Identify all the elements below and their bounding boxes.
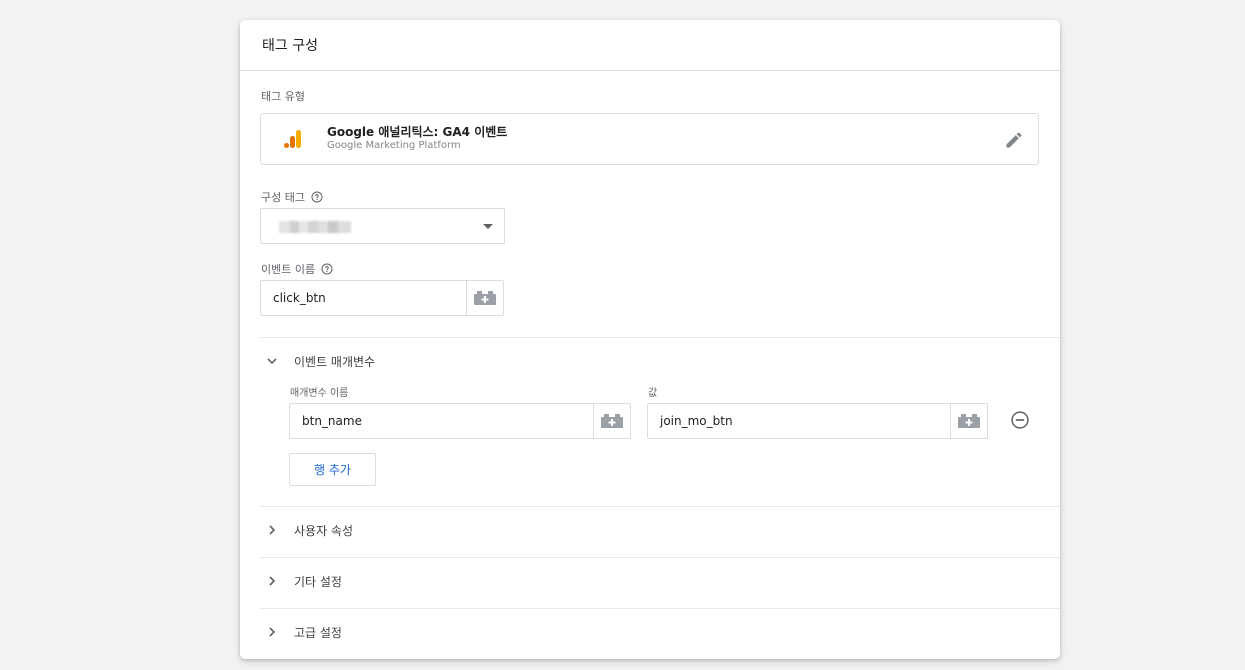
tag-type-subtitle: Google Marketing Platform — [327, 140, 461, 151]
event-params-label: 이벤트 매개변수 — [294, 354, 376, 369]
google-analytics-icon — [284, 130, 301, 148]
chevron-down-icon — [267, 358, 277, 365]
param-name-value[interactable]: btn_name — [290, 404, 593, 438]
variable-picker-button[interactable] — [950, 404, 987, 438]
advanced-settings-toggle[interactable]: 고급 설정 — [260, 607, 1040, 657]
section-label: 기타 설정 — [294, 574, 342, 589]
tag-type-title: Google 애널리틱스: GA4 이벤트 — [327, 125, 508, 139]
tag-type-selector[interactable]: Google 애널리틱스: GA4 이벤트 Google Marketing P… — [260, 113, 1039, 165]
tag-type-label: 태그 유형 — [261, 90, 305, 103]
card-title: 태그 구성 — [240, 20, 1060, 71]
variable-picker-button[interactable] — [466, 281, 503, 315]
remove-row-icon[interactable] — [1010, 410, 1030, 430]
param-value-value[interactable]: join_mo_btn — [648, 404, 950, 438]
chevron-right-icon — [269, 525, 276, 535]
add-row-button[interactable]: 행 추가 — [289, 453, 376, 486]
more-settings-toggle[interactable]: 기타 설정 — [260, 556, 1040, 606]
param-name-field[interactable]: btn_name — [289, 403, 631, 439]
variable-picker-button[interactable] — [593, 404, 630, 438]
variable-picker-icon — [601, 414, 623, 428]
chevron-right-icon — [269, 576, 276, 586]
param-name-column-label: 매개변수 이름 — [290, 388, 349, 399]
param-value-column-label: 값 — [648, 388, 658, 399]
redacted-value — [279, 221, 351, 233]
tag-configuration-card: 태그 구성 태그 유형 Google 애널리틱스: GA4 이벤트 Google… — [240, 20, 1060, 659]
event-params-toggle[interactable]: 이벤트 매개변수 — [260, 336, 1040, 386]
chevron-right-icon — [269, 627, 276, 637]
param-value-field[interactable]: join_mo_btn — [647, 403, 988, 439]
user-properties-toggle[interactable]: 사용자 속성 — [260, 505, 1040, 555]
variable-picker-icon — [958, 414, 980, 428]
config-tag-label: 구성 태그 — [261, 189, 323, 205]
help-icon[interactable] — [321, 263, 333, 275]
event-name-value[interactable]: click_btn — [261, 281, 466, 315]
section-label: 사용자 속성 — [294, 523, 354, 538]
pencil-icon[interactable] — [1004, 130, 1024, 150]
help-icon[interactable] — [311, 191, 323, 203]
variable-picker-icon — [474, 291, 496, 305]
dropdown-caret-icon — [483, 224, 493, 229]
event-name-label: 이벤트 이름 — [261, 261, 333, 277]
event-name-field[interactable]: click_btn — [260, 280, 504, 316]
config-tag-select[interactable] — [260, 208, 505, 244]
section-label: 고급 설정 — [294, 625, 342, 640]
